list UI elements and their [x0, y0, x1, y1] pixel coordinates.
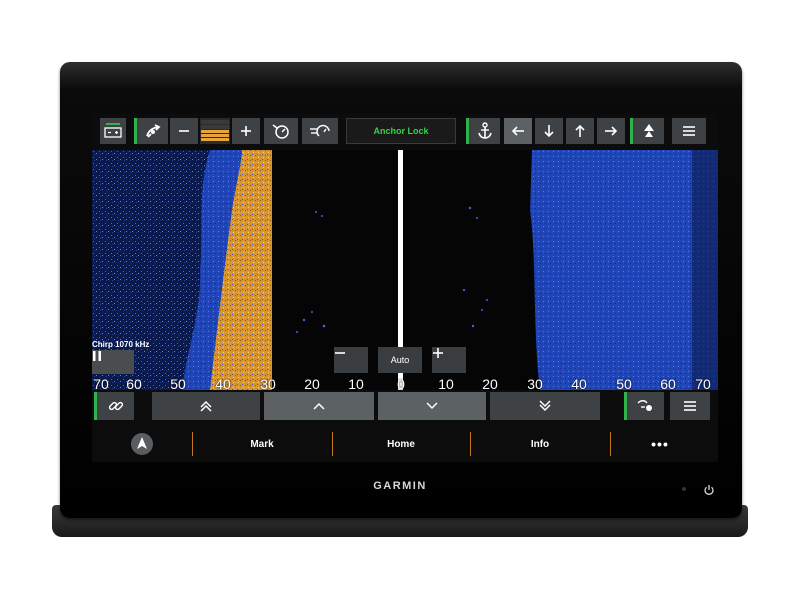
speed-increase-button[interactable]: [232, 118, 260, 144]
brand-logo: GARMIN: [373, 480, 427, 492]
cruise-control-icon[interactable]: [264, 118, 298, 144]
arrow-down-icon[interactable]: [535, 118, 563, 144]
compass-button[interactable]: [122, 426, 162, 462]
range-up-button[interactable]: [264, 392, 374, 420]
anchor-lock-status: Anchor Lock: [346, 118, 456, 144]
navigation-arrow-icon: [131, 433, 153, 455]
arrow-up-icon[interactable]: [566, 118, 594, 144]
speed-level-indicator: [200, 118, 230, 144]
info-softkey[interactable]: Info: [470, 426, 610, 462]
sidevu-sonar-view[interactable]: Chirp 1070 kHz Auto: [92, 150, 718, 390]
propeller-speed-icon[interactable]: [302, 118, 338, 144]
home-softkey[interactable]: Home: [332, 426, 470, 462]
power-icon[interactable]: [703, 483, 715, 495]
arrow-left-icon[interactable]: [504, 118, 532, 144]
range-fast-down-button[interactable]: [490, 392, 600, 420]
gain-increase-button[interactable]: [432, 347, 466, 373]
range-down-button[interactable]: [378, 392, 486, 420]
softkey-bar: Mark Home Info •••: [92, 426, 718, 462]
battery-icon[interactable]: [100, 118, 126, 144]
link-icon[interactable]: [94, 392, 134, 420]
gain-decrease-button[interactable]: [334, 347, 368, 373]
sonar-settings-icon[interactable]: [624, 392, 664, 420]
frequency-label: Chirp 1070 kHz: [92, 340, 150, 349]
range-fast-up-button[interactable]: [152, 392, 260, 420]
menu-icon[interactable]: [670, 392, 710, 420]
display-screen: Anchor Lock Chirp 1070 kHz Auto 70 60 50…: [92, 114, 718, 462]
anchor-icon[interactable]: [466, 118, 500, 144]
more-softkey[interactable]: •••: [610, 426, 710, 462]
bottom-control-bar: [92, 390, 718, 422]
speed-decrease-button[interactable]: [170, 118, 198, 144]
mark-softkey[interactable]: Mark: [192, 426, 332, 462]
pause-button[interactable]: [92, 350, 134, 374]
heading-hold-icon[interactable]: [630, 118, 664, 144]
gain-mode-label[interactable]: Auto: [378, 347, 422, 373]
menu-icon[interactable]: [672, 118, 706, 144]
status-led: [682, 487, 686, 491]
trolling-motor-icon[interactable]: [134, 118, 168, 144]
arrow-right-icon[interactable]: [597, 118, 625, 144]
